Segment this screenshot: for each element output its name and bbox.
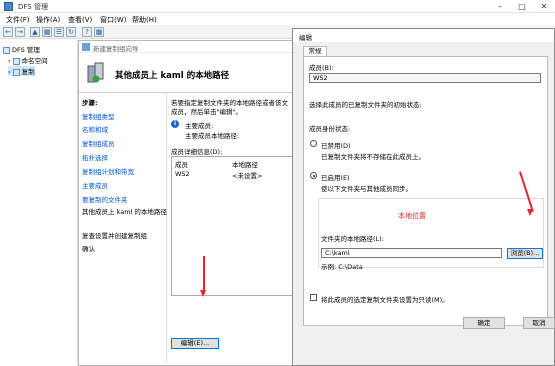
dfs-icon bbox=[3, 46, 10, 54]
show-tree-icon[interactable]: ▦ bbox=[42, 27, 52, 37]
tree-node-namespaces[interactable]: › 命名空间 bbox=[8, 55, 48, 65]
primary-member-path-label: 主要成员本地路径: bbox=[185, 132, 240, 140]
wizard-icon bbox=[82, 43, 90, 51]
navigation-tree: DFS 管理 › 命名空间 › 复制 bbox=[0, 40, 78, 366]
wizard-heading: 其他成员上 kaml 的本地路径 bbox=[115, 71, 230, 81]
info-icon: i bbox=[171, 120, 179, 128]
console-icon[interactable]: ▩ bbox=[94, 27, 104, 37]
annotation-arrowhead-browse bbox=[527, 209, 533, 216]
local-path-input[interactable]: C:\kaml bbox=[321, 248, 502, 258]
dialog-title: 编辑 bbox=[299, 34, 312, 42]
wizard-window-title: 新建复制组向导 bbox=[93, 45, 139, 53]
tab-general[interactable]: 常规 bbox=[303, 46, 327, 56]
edit-dialog: 编辑 常规 成员(B): WS2 选择此成员的已复制文件夹的初始状态: 成员身份… bbox=[292, 28, 555, 366]
menu-view[interactable]: 查看(V) bbox=[68, 15, 92, 25]
browse-button[interactable]: 浏览(B)... bbox=[507, 248, 543, 259]
step-item: 确认 bbox=[82, 245, 95, 253]
enabled-radio[interactable] bbox=[310, 172, 317, 179]
steps-header: 步骤: bbox=[82, 99, 98, 107]
close-button[interactable]: ✕ bbox=[533, 0, 555, 13]
step-link[interactable]: 名称和域 bbox=[82, 124, 108, 134]
tree-replication-label: 复制 bbox=[21, 68, 35, 76]
wizard-steps-pane: 步骤: 复制组类型 名称和域 复制组成员 拓扑选择 复制组计划和带宽 主要成员 … bbox=[79, 93, 167, 363]
wizard-intro-text-2: 成员，然后单击"编辑"。 bbox=[171, 108, 242, 116]
readonly-checkbox[interactable] bbox=[310, 294, 317, 301]
new-replication-group-wizard: 新建复制组向导 其他成员上 kaml 的本地路径 步骤: 复制组类型 名称和域 … bbox=[78, 40, 300, 366]
ok-button[interactable]: 确定 bbox=[463, 317, 505, 329]
enabled-radio-label[interactable]: 已启用(E) bbox=[321, 172, 350, 182]
disabled-description: 已复制文件夹将不存储在此成员上。 bbox=[321, 153, 425, 161]
column-member[interactable]: 成员 bbox=[175, 159, 188, 169]
step-link[interactable]: 复制组成员 bbox=[82, 138, 115, 148]
wizard-content: 若要指定复制文件夹的本地路径或者该文 成员，然后单击"编辑"。 i 主要成员: … bbox=[167, 93, 299, 363]
step-item: 复查设置并创建复制组 bbox=[82, 232, 147, 240]
back-icon[interactable]: ← bbox=[3, 27, 13, 37]
member-label: 成员(B): bbox=[309, 64, 334, 72]
menu-help[interactable]: 帮助(H) bbox=[132, 15, 157, 25]
primary-member-label: 主要成员: bbox=[185, 122, 214, 130]
refresh-icon[interactable]: ↻ bbox=[66, 27, 76, 37]
tree-root-label: DFS 管理 bbox=[12, 46, 40, 54]
dialog-title-bar: 编辑 bbox=[293, 29, 554, 42]
step-link[interactable]: 拓扑选择 bbox=[82, 152, 108, 162]
tree-node-replication[interactable]: › 复制 bbox=[8, 66, 35, 76]
wizard-title-bar: 新建复制组向导 bbox=[79, 41, 299, 53]
menu-action[interactable]: 操作(A) bbox=[36, 15, 60, 25]
replication-servers-icon bbox=[87, 62, 104, 83]
step-link[interactable]: 复制组计划和带宽 bbox=[82, 166, 134, 176]
step-link[interactable]: 复制组类型 bbox=[82, 111, 115, 121]
row-local-path[interactable]: <未设置> bbox=[232, 170, 262, 180]
cancel-button[interactable]: 取消 bbox=[523, 317, 555, 329]
enabled-description: 使以下文件夹与其他成员同步。 bbox=[321, 185, 412, 193]
wizard-header: 其他成员上 kaml 的本地路径 bbox=[79, 53, 299, 93]
annotation-arrowhead-edit bbox=[200, 290, 206, 297]
help-icon[interactable]: ? bbox=[82, 27, 92, 37]
maximize-button[interactable]: □ bbox=[511, 0, 533, 13]
replication-icon bbox=[12, 68, 20, 76]
member-details-list[interactable]: 成员 本地路径 WS2 <未设置> bbox=[171, 156, 297, 296]
annotation-local-location: 本地位置 bbox=[398, 212, 426, 220]
forward-icon[interactable]: → bbox=[15, 27, 25, 37]
disabled-radio-label[interactable]: 已禁用(D) bbox=[321, 140, 351, 150]
main-title-bar: DFS 管理 – □ ✕ bbox=[0, 0, 555, 13]
menu-file[interactable]: 文件(F) bbox=[6, 15, 30, 25]
edit-button[interactable]: 编辑(E)... bbox=[171, 338, 219, 349]
dfs-app-icon bbox=[4, 2, 13, 11]
minimize-button[interactable]: – bbox=[489, 0, 511, 13]
member-details-label: 成员详细信息(D): bbox=[171, 148, 223, 156]
menu-window[interactable]: 窗口(W) bbox=[100, 15, 126, 25]
properties-icon[interactable]: ☰ bbox=[54, 27, 64, 37]
tree-namespaces-label: 命名空间 bbox=[21, 57, 48, 65]
path-example: 示例: C:\Data bbox=[321, 263, 363, 271]
column-local-path[interactable]: 本地路径 bbox=[232, 159, 258, 169]
initial-status-hint: 选择此成员的已复制文件夹的初始状态: bbox=[309, 101, 422, 109]
disabled-radio[interactable] bbox=[310, 140, 317, 147]
window-title: DFS 管理 bbox=[18, 3, 48, 11]
readonly-checkbox-label[interactable]: 将此成员的选定复制文件夹设置为只读(M)。 bbox=[321, 294, 449, 304]
annotation-arrow-edit bbox=[203, 256, 205, 294]
up-folder-icon[interactable]: ▲ bbox=[30, 27, 40, 37]
local-path-label: 文件夹的本地路径(L): bbox=[321, 235, 384, 243]
step-link[interactable]: 要复制的文件夹 bbox=[82, 194, 128, 204]
step-current: 其他成员上 kaml 的本地路径 bbox=[82, 208, 167, 216]
tree-node-dfs-root[interactable]: DFS 管理 bbox=[3, 44, 40, 54]
row-member[interactable]: WS2 bbox=[175, 170, 190, 178]
namespace-icon bbox=[12, 57, 20, 65]
general-tab-panel: 成员(B): WS2 选择此成员的已复制文件夹的初始状态: 成员身份状态: 已禁… bbox=[303, 56, 548, 326]
menu-bar: 文件(F) 操作(A) 查看(V) 窗口(W) 帮助(H) bbox=[0, 13, 555, 25]
membership-status-label: 成员身份状态: bbox=[309, 125, 351, 133]
member-field: WS2 bbox=[309, 73, 541, 83]
step-link[interactable]: 主要成员 bbox=[82, 180, 108, 190]
